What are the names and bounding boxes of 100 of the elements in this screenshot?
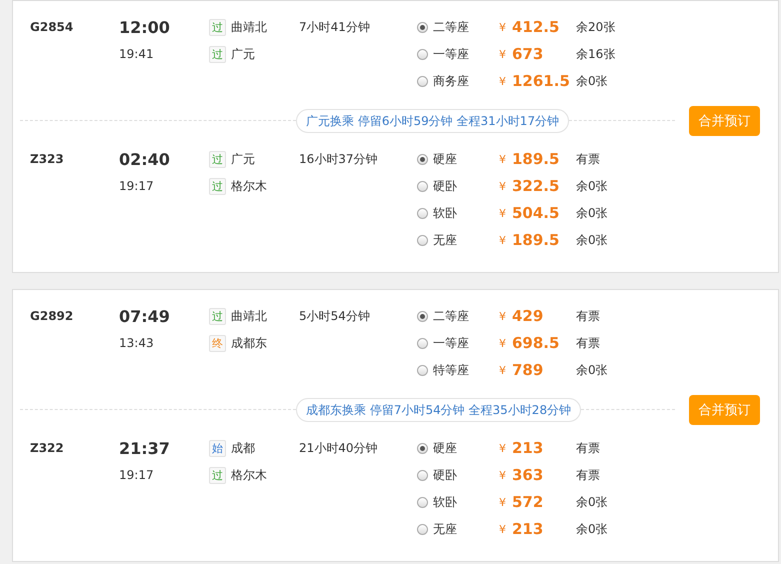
price: 572 (512, 492, 544, 513)
price: 322.5 (512, 176, 560, 197)
price: 698.5 (512, 333, 560, 354)
currency-symbol: ¥ (499, 233, 507, 249)
duration: 16小时37分钟 (299, 151, 379, 168)
station-name: 格尔木 (231, 178, 267, 195)
currency-symbol: ¥ (499, 363, 507, 379)
price: 789 (512, 360, 544, 381)
price: 504.5 (512, 203, 560, 224)
departure-time: 02:40 (119, 149, 171, 171)
duration: 21小时40分钟 (299, 440, 379, 457)
ticket-availability: 余0张 (576, 232, 608, 249)
seat-class: 无座 (433, 521, 458, 538)
station-tag: 过 (209, 46, 226, 63)
ticket-availability: 余16张 (576, 46, 616, 63)
seat-class: 无座 (433, 232, 458, 249)
seat-class: 硬座 (433, 440, 458, 457)
price: 1261.5 (512, 71, 571, 92)
station-tag: 过 (209, 308, 226, 325)
seat-class: 硬卧 (433, 178, 458, 195)
station-name: 广元 (231, 46, 255, 63)
duration: 5小时54分钟 (299, 308, 371, 325)
seat-class: 二等座 (433, 308, 470, 325)
station-name: 广元 (231, 151, 255, 168)
currency-symbol: ¥ (499, 74, 507, 90)
seat-class: 软卧 (433, 205, 458, 222)
seat-radio[interactable] (417, 443, 428, 454)
seat-radio[interactable] (417, 181, 428, 192)
currency-symbol: ¥ (499, 20, 507, 36)
train-number: G2892 (30, 308, 74, 325)
ticket-availability: 余0张 (576, 73, 608, 90)
departure-time: 07:49 (119, 306, 171, 328)
currency-symbol: ¥ (499, 522, 507, 538)
seat-class: 特等座 (433, 362, 470, 379)
station-name: 成都 (231, 440, 255, 457)
station-tag: 过 (209, 467, 226, 484)
departure-time: 21:37 (119, 438, 171, 460)
currency-symbol: ¥ (499, 495, 507, 511)
seat-radio[interactable] (417, 311, 428, 322)
seat-radio[interactable] (417, 524, 428, 535)
seat-radio[interactable] (417, 338, 428, 349)
station-name: 格尔木 (231, 467, 267, 484)
seat-class: 硬座 (433, 151, 458, 168)
currency-symbol: ¥ (499, 336, 507, 352)
station-name: 曲靖北 (231, 308, 267, 325)
ticket-availability: 余0张 (576, 521, 608, 538)
ticket-availability: 有票 (576, 440, 600, 457)
station-name: 曲靖北 (231, 19, 267, 36)
price: 189.5 (512, 230, 560, 251)
arrival-time: 19:17 (119, 178, 155, 195)
seat-class: 一等座 (433, 335, 470, 352)
seat-radio[interactable] (417, 22, 428, 33)
duration: 7小时41分钟 (299, 19, 371, 36)
station-tag: 过 (209, 178, 226, 195)
currency-symbol: ¥ (499, 309, 507, 325)
currency-symbol: ¥ (499, 152, 507, 168)
train-number: Z322 (30, 440, 65, 457)
price: 189.5 (512, 149, 560, 170)
seat-radio[interactable] (417, 365, 428, 376)
ticket-availability: 余20张 (576, 19, 616, 36)
price: 213 (512, 438, 544, 459)
currency-symbol: ¥ (499, 47, 507, 63)
departure-time: 12:00 (119, 17, 171, 39)
seat-radio[interactable] (417, 497, 428, 508)
station-tag: 过 (209, 19, 226, 36)
seat-radio[interactable] (417, 154, 428, 165)
seat-class: 软卧 (433, 494, 458, 511)
transfer-info: 成都东换乘 停留7小时54分钟 全程35小时28分钟 (296, 398, 582, 422)
seat-class: 商务座 (433, 73, 470, 90)
arrival-time: 19:17 (119, 467, 155, 484)
station-tag: 终 (209, 335, 226, 352)
seat-class: 二等座 (433, 19, 470, 36)
ticket-availability: 有票 (576, 151, 600, 168)
ticket-availability: 余0张 (576, 362, 608, 379)
seat-class: 一等座 (433, 46, 470, 63)
transfer-info: 广元换乘 停留6小时59分钟 全程31小时17分钟 (296, 108, 570, 132)
seat-radio[interactable] (417, 470, 428, 481)
ticket-availability: 余0张 (576, 494, 608, 511)
station-tag: 始 (209, 440, 226, 457)
price: 213 (512, 519, 544, 540)
currency-symbol: ¥ (499, 441, 507, 457)
ticket-availability: 余0张 (576, 178, 608, 195)
ticket-availability: 有票 (576, 335, 600, 352)
seat-radio[interactable] (417, 235, 428, 246)
ticket-availability: 有票 (576, 467, 600, 484)
currency-symbol: ¥ (499, 206, 507, 222)
train-number: Z323 (30, 151, 65, 168)
ticket-availability: 有票 (576, 308, 600, 325)
seat-radio[interactable] (417, 208, 428, 219)
combined-booking-button[interactable]: 合并预订 (689, 106, 760, 136)
price: 412.5 (512, 17, 560, 38)
station-tag: 过 (209, 151, 226, 168)
station-name: 成都东 (231, 335, 267, 352)
train-number: G2854 (30, 19, 74, 36)
seat-class: 硬卧 (433, 467, 458, 484)
combined-booking-button[interactable]: 合并预订 (689, 394, 760, 424)
seat-radio[interactable] (417, 49, 428, 60)
arrival-time: 19:41 (119, 46, 155, 63)
seat-radio[interactable] (417, 76, 428, 87)
price: 363 (512, 465, 544, 486)
